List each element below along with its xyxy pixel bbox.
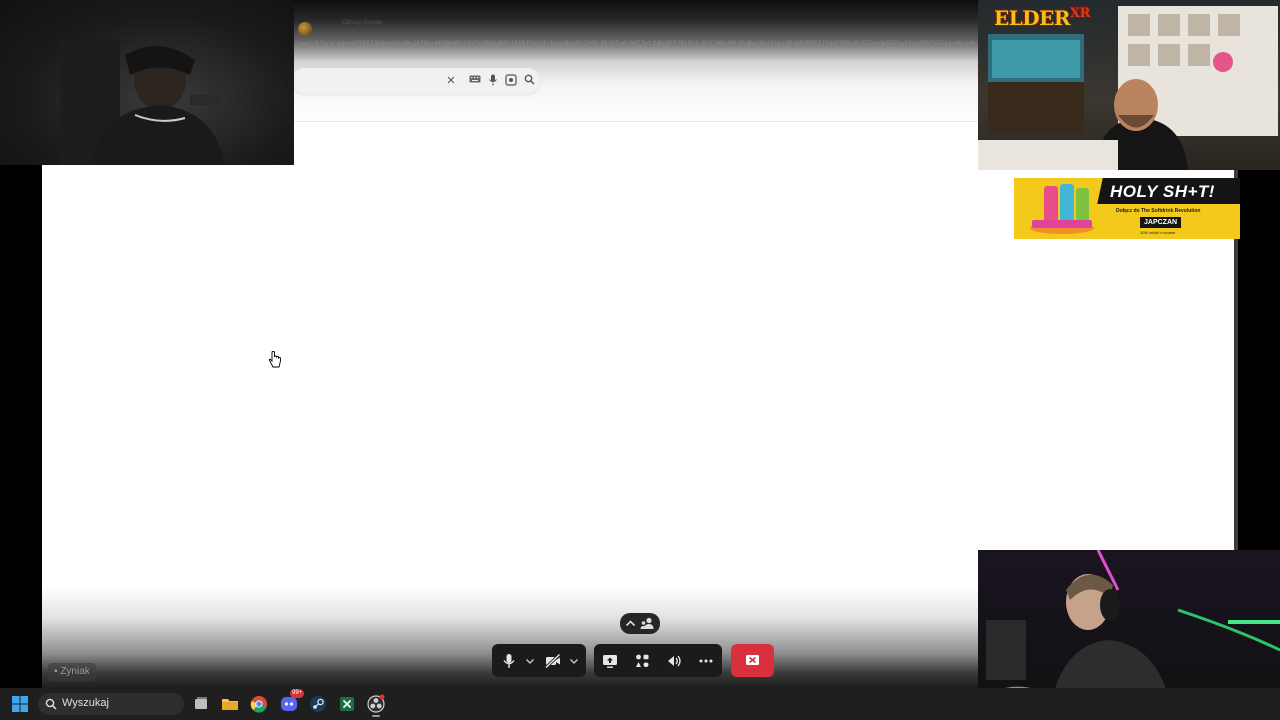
chevron-up-icon xyxy=(625,620,636,627)
camera-off-icon[interactable] xyxy=(544,652,562,670)
chevron-down-icon[interactable] xyxy=(521,652,539,670)
close-icon[interactable]: ✕ xyxy=(444,74,458,88)
stream-canvas: Obrazy Google /search?sca_esv=a7185f3&q=… xyxy=(0,0,1280,720)
banner-discount-text: 10% zniżki z kodem xyxy=(1140,230,1176,235)
search-placeholder: Wyszukaj xyxy=(62,697,109,709)
lens-icon[interactable] xyxy=(504,74,518,88)
file-explorer-icon[interactable] xyxy=(220,694,240,714)
soundboard-icon[interactable] xyxy=(665,652,683,670)
search-icon[interactable] xyxy=(522,74,536,88)
steam-icon[interactable] xyxy=(308,694,328,714)
participant-name: Zyniak xyxy=(60,666,90,677)
participant-name-tag: ▪ Zyniak xyxy=(48,663,96,681)
active-app-indicator xyxy=(372,715,380,717)
discord-badge: 99+ xyxy=(290,689,305,698)
windows-start-icon[interactable] xyxy=(11,695,29,713)
task-view-icon[interactable] xyxy=(191,694,211,714)
search-icon xyxy=(45,698,57,710)
mic-icon[interactable] xyxy=(500,652,518,670)
logo-main-text: ELDER xyxy=(994,6,1071,30)
webcam-participant-topleft xyxy=(0,0,294,165)
banner-headline: HOLY SH+T! xyxy=(1110,182,1215,201)
share-screen-icon[interactable] xyxy=(601,652,619,670)
logo-suffix-text: XR xyxy=(1070,6,1090,21)
banner-tagline: Dołącz do The Softdrink Revolution xyxy=(1116,208,1201,214)
people-icon xyxy=(640,617,654,629)
address-bar[interactable]: /search?sca_esv=a7185f3&q=ai&udm=2&fbs=A… xyxy=(294,40,978,47)
chrome-icon[interactable] xyxy=(249,694,269,714)
search-input[interactable]: ✕ xyxy=(292,68,540,94)
webcam-feed-image xyxy=(60,40,225,165)
windows-taskbar: Wyszukaj 99+ xyxy=(0,688,1280,720)
webcam-streamer-topright: ELDERXR xyxy=(978,0,1280,170)
tab-favicon-icon xyxy=(298,22,312,36)
sponsor-banner: HOLY SH+T! Dołącz do The Softdrink Revol… xyxy=(1014,178,1240,239)
excel-icon[interactable] xyxy=(337,694,357,714)
keyboard-icon[interactable] xyxy=(468,74,482,88)
activities-icon[interactable] xyxy=(633,652,651,670)
discord-taskbar-item[interactable]: 99+ xyxy=(279,689,305,714)
chevron-down-icon[interactable] xyxy=(565,652,583,670)
obs-taskbar-item[interactable] xyxy=(366,694,386,717)
mic-icon[interactable] xyxy=(486,74,500,88)
banner-promo-code: JAPCZAN xyxy=(1140,217,1182,228)
channel-logo: ELDERXR xyxy=(994,6,1090,30)
obs-icon xyxy=(367,694,385,713)
taskbar-search-box[interactable]: Wyszukaj xyxy=(38,693,184,715)
drink-cans-image xyxy=(1030,184,1094,234)
tab-title[interactable]: Obrazy Google xyxy=(342,20,382,26)
hand-cursor-icon xyxy=(268,351,281,368)
more-icon[interactable] xyxy=(697,652,715,670)
call-action-controls xyxy=(594,644,722,677)
audio-video-controls xyxy=(492,644,586,677)
leave-call-icon xyxy=(746,655,759,665)
reactions-toggle-button[interactable] xyxy=(620,613,660,634)
leave-call-button[interactable] xyxy=(731,644,774,677)
